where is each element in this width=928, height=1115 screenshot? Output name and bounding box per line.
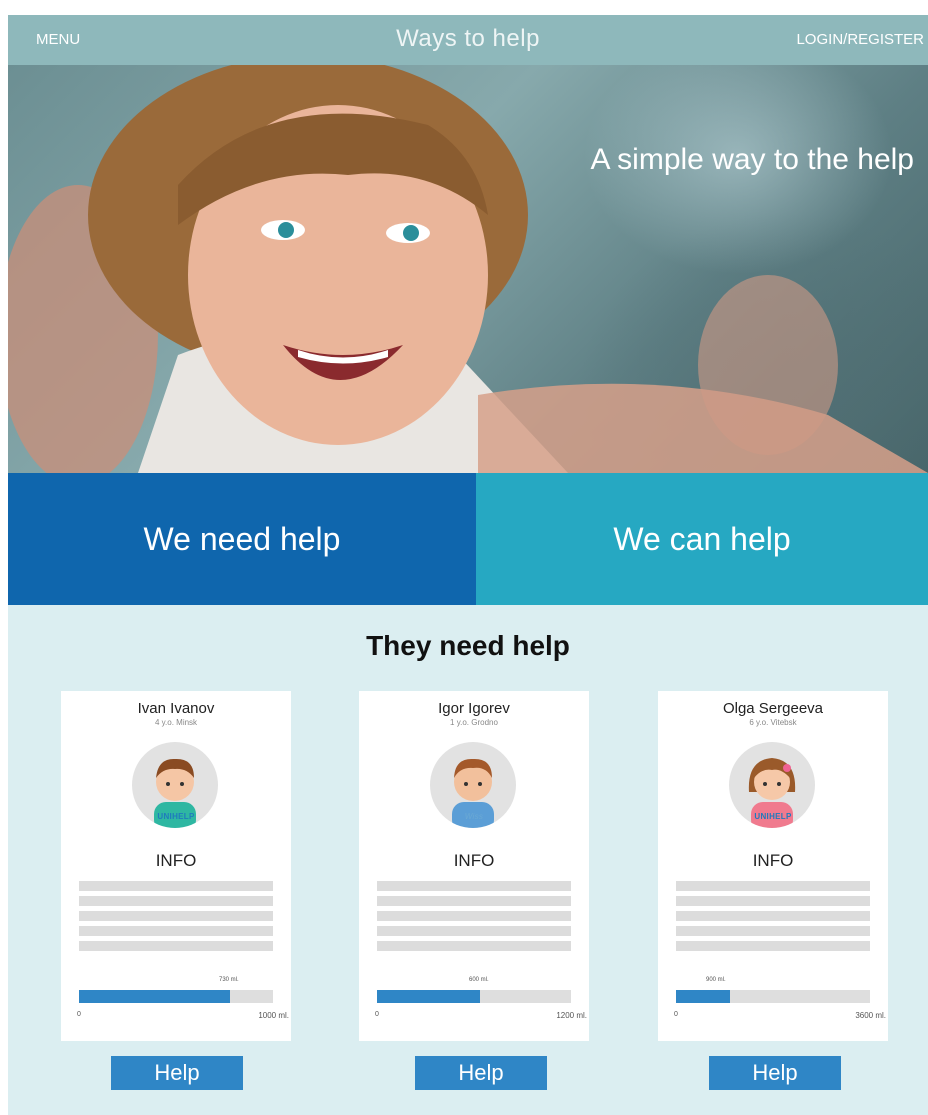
unihelp-logo: UNIHELP [754,812,792,821]
child-name: Igor Igorev [438,700,510,717]
help-button[interactable]: Help [111,1056,243,1090]
page: MENU Ways to help LOGIN/REGISTER A simpl… [8,15,928,1115]
site-title: Ways to help [396,25,540,52]
progress-fill [79,990,231,1003]
wiss-logo: Wiss [464,812,484,821]
child-card: Ivan Ivanov 4 y.o. Minsk UNIHELP INFO 73… [61,691,291,1041]
donation-progress-bar [676,990,870,1003]
info-text-placeholder [676,881,870,956]
help-button[interactable]: Help [415,1056,547,1090]
progress-min-label: 0 [375,1011,379,1018]
info-text-placeholder [79,881,273,956]
they-need-help-section: They need help Ivan Ivanov 4 y.o. Minsk … [8,605,928,1115]
child-card: Igor Igorev 1 y.o. Grodno Wiss INFO 600 … [359,691,589,1041]
progress-current-label: 600 ml. [469,977,489,983]
info-heading: INFO [155,851,197,870]
we-need-help-button[interactable]: We need help [8,473,476,605]
hero-photo-illustration [8,65,928,473]
info-heading: INFO [453,851,495,870]
progress-fill [377,990,480,1003]
info-heading: INFO [752,851,794,870]
top-navbar: MENU Ways to help LOGIN/REGISTER [8,15,928,65]
login-register-link[interactable]: LOGIN/REGISTER [796,31,924,48]
donation-progress-bar [377,990,571,1003]
progress-min-label: 0 [77,1011,81,1018]
hero-banner: A simple way to the help [8,65,928,473]
progress-max-label: 3600 ml. [855,1011,886,1020]
child-name: Olga Sergeeva [722,700,824,717]
donation-progress-bar [79,990,273,1003]
progress-min-label: 0 [674,1011,678,1018]
progress-current-label: 730 ml. [219,977,239,983]
help-button[interactable]: Help [709,1056,841,1090]
progress-max-label: 1000 ml. [258,1011,289,1020]
child-age-city: 6 y.o. Vitebsk [749,718,797,727]
section-title: They need help [366,630,570,661]
child-name: Ivan Ivanov [137,700,215,717]
we-can-help-button[interactable]: We can help [476,473,928,605]
child-card: Olga Sergeeva 6 y.o. Vitebsk UNIHELP INF… [658,691,888,1041]
child-age-city: 1 y.o. Grodno [450,718,498,727]
help-options: We need help We can help [8,473,928,605]
progress-max-label: 1200 ml. [556,1011,587,1020]
progress-current-label: 900 ml. [706,977,726,983]
unihelp-logo: UNIHELP [157,812,195,821]
info-text-placeholder [377,881,571,956]
hero-tagline: A simple way to the help [590,143,914,176]
progress-fill [676,990,731,1003]
child-age-city: 4 y.o. Minsk [154,718,198,727]
